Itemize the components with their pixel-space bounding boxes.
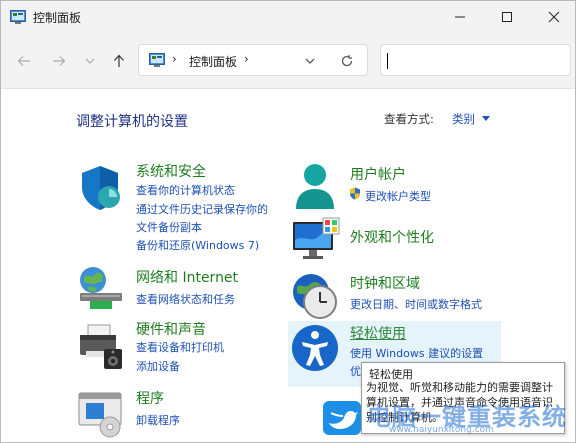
breadcrumb[interactable]: 控制面板 xyxy=(189,53,237,70)
refresh-icon[interactable] xyxy=(340,54,354,68)
category-ease-of-access[interactable]: 轻松使用 xyxy=(350,323,406,343)
watermark-bird-icon xyxy=(323,401,361,435)
close-icon xyxy=(548,11,559,23)
uac-shield-icon xyxy=(350,187,360,200)
link-backup-restore[interactable]: 备份和还原(Windows 7) xyxy=(136,237,259,253)
link-network-status[interactable]: 查看网络状态和任务 xyxy=(136,291,235,307)
window-title: 控制面板 xyxy=(33,11,82,25)
link-optimize-visual[interactable]: 优 xyxy=(350,363,361,379)
control-panel-window: 控制面板 › 控制面板 › 调整计算机的设置 查看方式: 类别 系统和安全 查看… xyxy=(0,0,576,443)
recent-locations-button[interactable] xyxy=(78,51,102,71)
maximize-button[interactable] xyxy=(483,1,530,33)
link-file-history[interactable]: 通过文件历史记录保存你的 xyxy=(136,201,268,217)
user-icon[interactable] xyxy=(291,161,341,211)
link-change-account-type[interactable]: 更改帐户类型 xyxy=(365,188,431,204)
close-button[interactable] xyxy=(530,1,575,33)
category-network-internet[interactable]: 网络和 Internet xyxy=(136,267,238,287)
minimize-icon xyxy=(454,16,465,18)
link-view-computer-status[interactable]: 查看你的计算机状态 xyxy=(136,182,235,198)
breadcrumb-separator-icon: › xyxy=(172,52,177,66)
programs-icon[interactable] xyxy=(76,389,126,439)
minimize-button[interactable] xyxy=(436,1,483,33)
link-recommended-settings[interactable]: 使用 Windows 建议的设置 xyxy=(350,345,483,361)
link-add-device[interactable]: 添加设备 xyxy=(136,358,180,374)
watermark-url: www.haiyunxitong.com xyxy=(389,425,494,435)
category-clock-region[interactable]: 时钟和区域 xyxy=(350,273,420,293)
maximize-icon xyxy=(501,12,512,22)
monitor-icon[interactable] xyxy=(291,214,341,264)
search-input[interactable] xyxy=(380,44,571,76)
view-by-label: 查看方式: xyxy=(384,112,434,126)
title-bar: 控制面板 xyxy=(1,1,575,33)
clock-icon[interactable] xyxy=(291,271,341,321)
network-icon[interactable] xyxy=(76,263,126,313)
up-button[interactable] xyxy=(107,51,131,71)
link-file-history-cont[interactable]: 文件备份副本 xyxy=(136,219,202,235)
control-panel-icon xyxy=(10,10,26,24)
shield-icon[interactable] xyxy=(76,163,126,213)
chevron-down-icon[interactable] xyxy=(305,57,315,65)
printer-icon[interactable] xyxy=(76,321,126,371)
forward-button[interactable] xyxy=(47,51,71,71)
view-by-dropdown[interactable]: 类别 xyxy=(452,111,475,127)
chevron-down-icon xyxy=(85,58,95,64)
link-change-date-time[interactable]: 更改日期、时间或数字格式 xyxy=(350,296,482,312)
link-devices-printers[interactable]: 查看设备和打印机 xyxy=(136,339,224,355)
arrow-right-icon xyxy=(53,56,66,66)
category-programs[interactable]: 程序 xyxy=(136,388,164,408)
accessibility-icon[interactable] xyxy=(291,324,341,374)
link-uninstall-program[interactable]: 卸载程序 xyxy=(136,412,180,428)
arrow-up-icon xyxy=(114,54,124,67)
category-appearance-personalization[interactable]: 外观和个性化 xyxy=(350,227,434,247)
category-system-security[interactable]: 系统和安全 xyxy=(136,161,206,181)
arrow-left-icon xyxy=(17,56,30,66)
address-bar[interactable]: › 控制面板 › xyxy=(138,44,368,76)
control-panel-icon xyxy=(149,53,165,67)
breadcrumb-separator-icon[interactable]: › xyxy=(244,52,249,66)
category-hardware-sound[interactable]: 硬件和声音 xyxy=(136,319,206,339)
category-user-accounts[interactable]: 用户帐户 xyxy=(350,164,406,184)
back-button[interactable] xyxy=(12,51,36,71)
text-cursor xyxy=(387,53,388,69)
navigation-bar: › 控制面板 › xyxy=(1,33,575,89)
page-title: 调整计算机的设置 xyxy=(76,114,188,130)
chevron-down-icon[interactable] xyxy=(482,116,490,121)
